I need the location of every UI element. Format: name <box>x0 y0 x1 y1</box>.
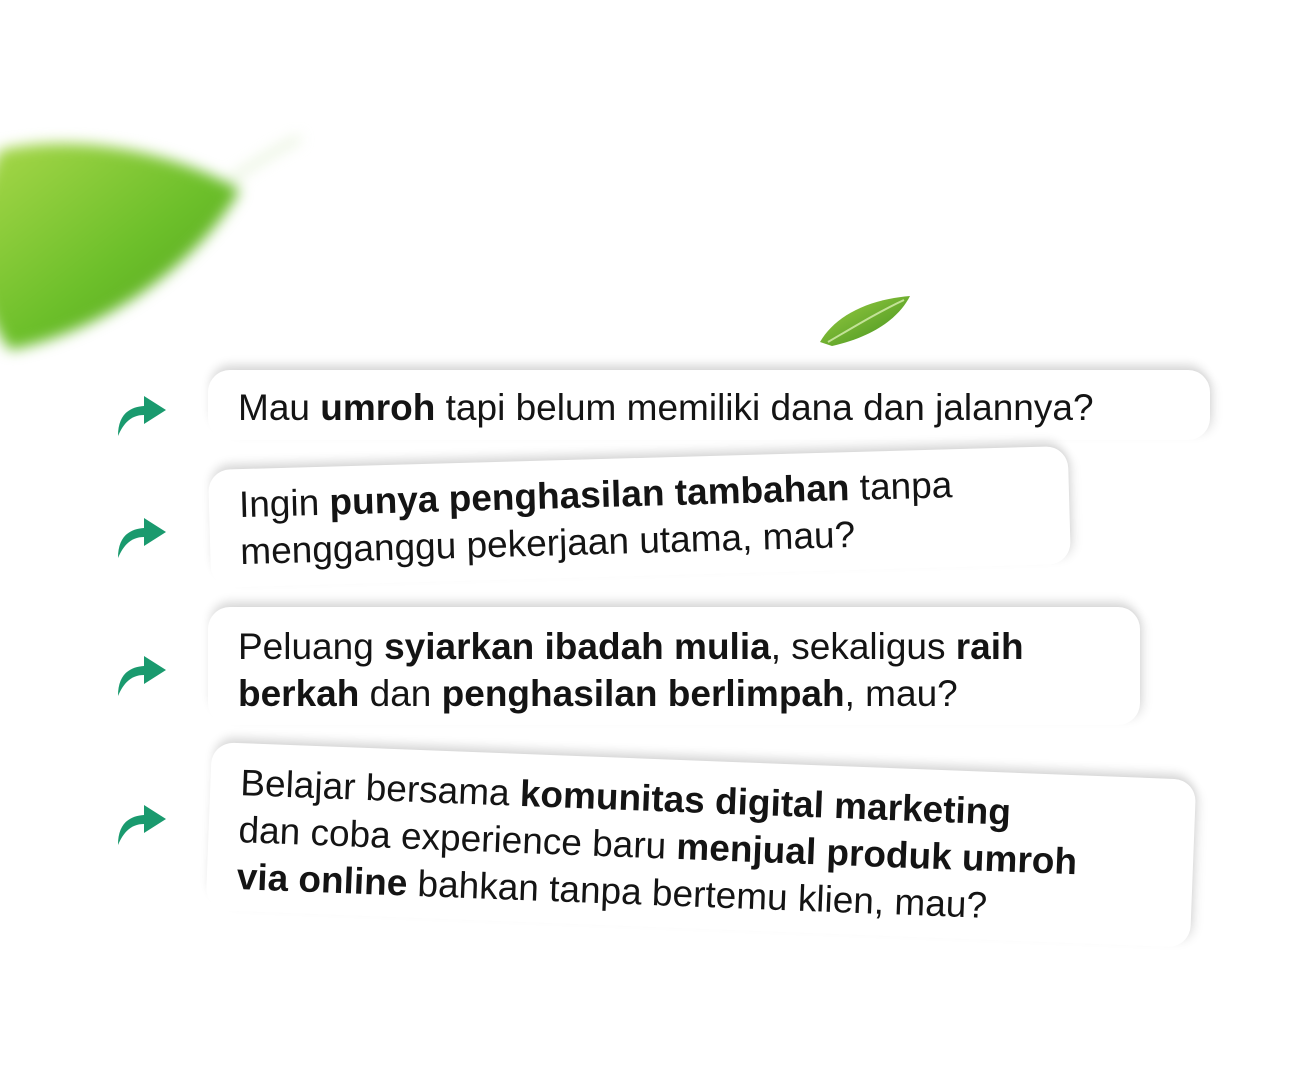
text-segment-bold: via online <box>236 856 409 904</box>
text-segment: Mau <box>238 387 321 428</box>
blurred-leaf-icon <box>0 135 300 350</box>
curved-share-arrow-icon <box>118 396 166 436</box>
text-segment-bold: raih <box>955 626 1024 667</box>
text-segment-bold: berkah <box>238 673 360 714</box>
text-segment: Ingin <box>238 481 331 526</box>
text-segment: tanpa <box>848 464 953 509</box>
curved-share-arrow-icon <box>118 518 166 558</box>
card-line: Peluang syiarkan ibadah mulia, sekaligus… <box>238 623 1116 670</box>
text-segment: , mau? <box>844 673 958 714</box>
text-segment: dan <box>359 673 442 714</box>
text-segment: Belajar bersama <box>239 762 521 814</box>
curved-share-arrow-icon <box>118 656 166 696</box>
question-card-opportunity: Peluang syiarkan ibadah mulia, sekaligus… <box>208 607 1140 725</box>
curved-share-arrow-icon <box>118 805 166 845</box>
text-segment-bold: syiarkan ibadah mulia <box>384 626 771 667</box>
text-segment: tapi belum memiliki dana dan jalannya? <box>435 387 1094 428</box>
text-segment: , sekaligus <box>770 626 956 667</box>
card-line: berkah dan penghasilan berlimpah, mau? <box>238 670 1116 717</box>
promo-panel: Mau umroh tapi belum memiliki dana dan j… <box>0 0 1305 1080</box>
text-segment: Peluang <box>238 626 385 667</box>
question-card-digital-marketing: Belajar bersama komunitas digital market… <box>205 742 1197 948</box>
text-segment-bold: penghasilan berlimpah <box>441 673 845 714</box>
text-segment-bold: umroh <box>320 387 436 428</box>
question-card-umroh: Mau umroh tapi belum memiliki dana dan j… <box>208 370 1210 440</box>
small-leaf-icon <box>820 296 910 346</box>
question-card-income: Ingin punya penghasilan tambahan tanpa m… <box>208 445 1071 588</box>
card-line: Mau umroh tapi belum memiliki dana dan j… <box>238 384 1186 431</box>
